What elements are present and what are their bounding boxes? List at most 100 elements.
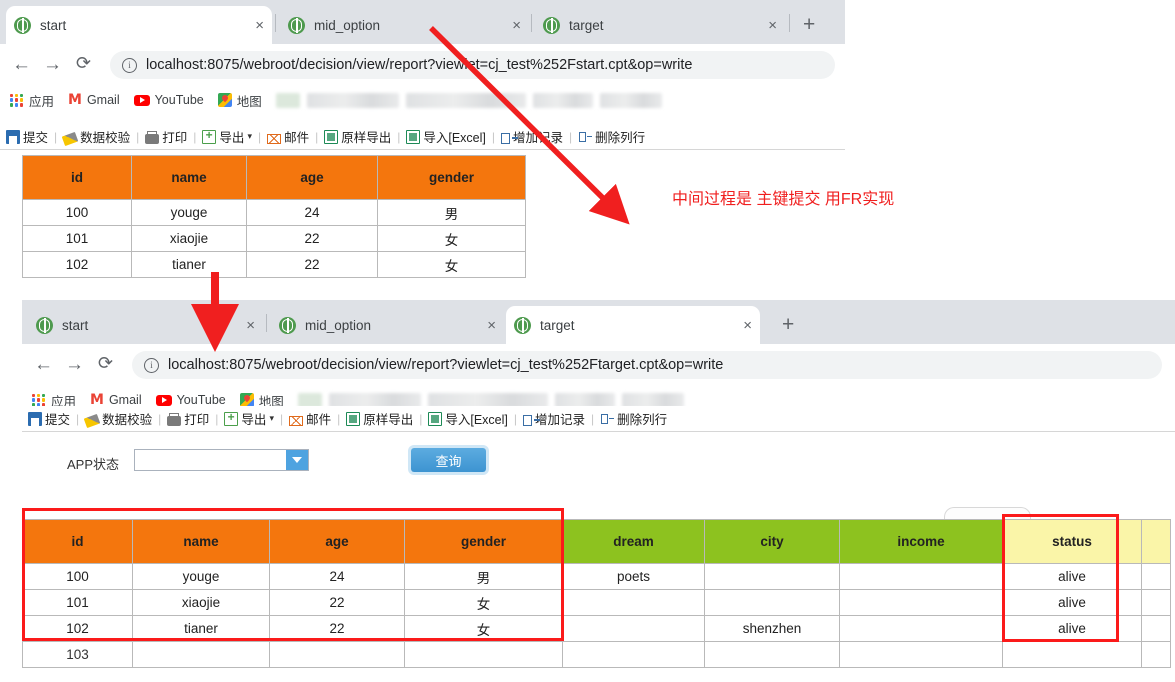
cell-spare[interactable] [1141, 563, 1171, 590]
cell-name[interactable]: tianer [131, 251, 247, 278]
cell-income[interactable] [839, 615, 1003, 642]
chevron-down-icon[interactable] [286, 450, 308, 470]
toolbar-delete-row[interactable]: 删除列行 [578, 127, 645, 146]
cell-id[interactable]: 102 [22, 251, 132, 278]
cell-id[interactable]: 100 [22, 199, 132, 226]
bookmark-youtube[interactable]: YouTube [133, 93, 204, 107]
cell-gender[interactable]: 男 [377, 199, 526, 226]
navigation-bar-window-1: ← → ⟳ i localhost:8075/webroot/decision/… [0, 44, 845, 86]
toolbar-label: 导入[Excel] [423, 131, 486, 145]
cell-spare[interactable] [1141, 589, 1171, 616]
forward-icon[interactable]: → [65, 355, 84, 374]
toolbar-export-raw[interactable]: 原样导出 [346, 409, 413, 428]
toolbar-submit[interactable]: 提交 [28, 409, 70, 428]
cell-dream[interactable] [562, 615, 705, 642]
bookmark-hidden-1[interactable] [275, 92, 300, 108]
tab-mid-option[interactable]: mid_option × [280, 6, 529, 44]
toolbar-print[interactable]: 打印 [145, 127, 187, 146]
toolbar-print[interactable]: 打印 [167, 409, 209, 428]
cell-id[interactable]: 103 [22, 641, 133, 668]
navigation-bar-window-2: ← → ⟳ i localhost:8075/webroot/decision/… [22, 344, 1175, 386]
cell-name[interactable]: xiaojie [131, 225, 247, 252]
toolbar-add-record[interactable]: 增加记录 [501, 127, 563, 146]
bookmark-apps[interactable]: 应用 [10, 91, 54, 110]
toolbar-verify[interactable]: 数据校验 [83, 409, 152, 428]
bookmark-hidden-2[interactable] [306, 92, 399, 108]
tab-start[interactable]: start × [28, 306, 263, 344]
bookmark-hidden-3[interactable] [405, 92, 526, 108]
globe-icon [36, 316, 53, 334]
toolbar-export[interactable]: 导出▾ [202, 127, 252, 146]
bookmark-hidden-4[interactable] [532, 92, 593, 108]
tab-close-icon[interactable]: × [512, 18, 521, 33]
tab-close-icon[interactable]: × [255, 18, 264, 33]
toolbar-submit[interactable]: 提交 [6, 127, 48, 146]
chevron-down-icon[interactable]: ▾ [247, 131, 252, 142]
reload-icon[interactable]: ⟳ [76, 53, 91, 74]
forward-icon[interactable]: → [43, 55, 62, 74]
cell-age[interactable] [269, 641, 405, 668]
cell-gender[interactable] [404, 641, 563, 668]
toolbar-separator: | [337, 411, 341, 426]
toolbar-delete-row[interactable]: 删除列行 [600, 409, 667, 428]
cell-gender[interactable]: 女 [377, 251, 526, 278]
cell-city[interactable] [704, 589, 840, 616]
tab-target[interactable]: target × [535, 6, 785, 44]
back-icon[interactable]: ← [34, 355, 53, 374]
cell-name[interactable]: youge [131, 199, 247, 226]
cell-income[interactable] [839, 563, 1003, 590]
cell-status[interactable] [1002, 641, 1142, 668]
apps-grid-icon [10, 93, 23, 107]
toolbar-verify[interactable]: 数据校验 [61, 127, 130, 146]
tab-target[interactable]: target × [506, 306, 760, 344]
cell-dream[interactable]: poets [562, 563, 705, 590]
cell-city[interactable]: shenzhen [704, 615, 840, 642]
address-bar[interactable]: i localhost:8075/webroot/decision/view/r… [110, 51, 835, 79]
new-tab-button[interactable]: + [782, 314, 794, 335]
site-info-icon[interactable]: i [122, 57, 137, 73]
tab-close-icon[interactable]: × [743, 318, 752, 333]
toolbar-separator: | [158, 411, 162, 426]
cell-age[interactable]: 22 [246, 225, 378, 252]
toolbar-mail[interactable]: 邮件 [267, 127, 309, 146]
tab-close-icon[interactable]: × [768, 18, 777, 33]
new-tab-button[interactable]: + [803, 14, 815, 35]
bookmark-hidden-5[interactable] [599, 92, 662, 108]
tab-close-icon[interactable]: × [487, 318, 496, 333]
cell-age[interactable]: 24 [246, 199, 378, 226]
cell-dream[interactable] [562, 589, 705, 616]
toolbar-import-excel[interactable]: 导入[Excel] [406, 127, 486, 146]
query-button[interactable]: 查询 [411, 448, 486, 472]
cell-age[interactable]: 22 [246, 251, 378, 278]
tab-mid-option[interactable]: mid_option × [271, 306, 504, 344]
app-status-select[interactable] [134, 449, 309, 471]
chevron-down-icon[interactable]: ▾ [269, 413, 274, 424]
toolbar-export[interactable]: 导出▾ [224, 409, 274, 428]
address-bar[interactable]: i localhost:8075/webroot/decision/view/r… [132, 351, 1162, 379]
toolbar-add-record[interactable]: 增加记录 [523, 409, 585, 428]
toolbar-mail[interactable]: 邮件 [289, 409, 331, 428]
bookmark-youtube[interactable]: YouTube [155, 393, 226, 407]
cell-income[interactable] [839, 641, 1003, 668]
toolbar-label: 删除列行 [595, 131, 646, 145]
toolbar-import-excel[interactable]: 导入[Excel] [428, 409, 508, 428]
cell-id[interactable]: 101 [22, 225, 132, 252]
cell-spare[interactable] [1141, 641, 1171, 668]
toolbar-export-raw[interactable]: 原样导出 [324, 127, 391, 146]
site-info-icon[interactable]: i [144, 357, 159, 373]
back-icon[interactable]: ← [12, 55, 31, 74]
tab-start[interactable]: start × [6, 6, 272, 44]
cell-dream[interactable] [562, 641, 705, 668]
cell-name[interactable] [132, 641, 270, 668]
cell-income[interactable] [839, 589, 1003, 616]
tabstrip-window-2: start × mid_option × target × + [22, 300, 1175, 344]
bookmark-gmail[interactable]: M Gmail [68, 92, 120, 108]
excel-icon [346, 411, 361, 426]
cell-gender[interactable]: 女 [377, 225, 526, 252]
reload-icon[interactable]: ⟳ [98, 353, 113, 374]
cell-spare[interactable] [1141, 615, 1171, 642]
cell-city[interactable] [704, 641, 840, 668]
cell-city[interactable] [704, 563, 840, 590]
tab-close-icon[interactable]: × [246, 318, 255, 333]
bookmark-maps[interactable]: 地图 [217, 91, 262, 110]
